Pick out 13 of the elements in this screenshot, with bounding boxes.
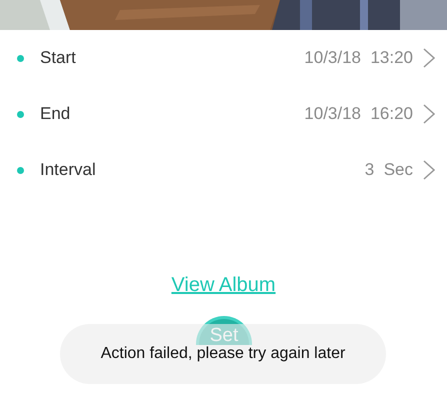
setting-value[interactable]: 3 Sec [364,160,413,180]
view-album-link[interactable]: View Album [171,274,276,297]
setting-value[interactable]: 10/3/18 13:20 [304,48,413,68]
chevron-right-icon[interactable] [423,104,435,124]
bullet-dot [17,54,24,62]
setting-label: Start [40,48,77,68]
setting-value[interactable]: 10/3/18 16:20 [304,104,413,124]
chevron-right-icon[interactable] [423,160,435,180]
setting-label: Interval [40,160,97,180]
bullet-dot [17,166,24,174]
setting-label: End [40,104,72,124]
bullet-dot [17,110,24,118]
chevron-right-icon[interactable] [423,48,435,68]
